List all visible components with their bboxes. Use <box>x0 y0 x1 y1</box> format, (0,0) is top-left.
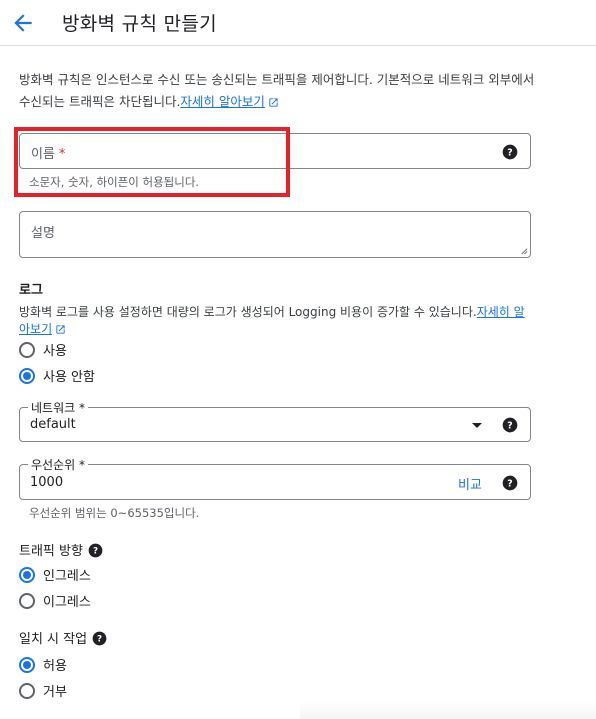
ingress-label: 인그레스 <box>43 569 91 584</box>
scroll-shadow <box>300 700 596 719</box>
priority-hint: 우선순위 범위는 0~65535입니다. <box>29 506 200 520</box>
network-value: default <box>30 417 76 432</box>
allow-label: 허용 <box>43 659 67 674</box>
page-title: 방화벽 규칙 만들기 <box>62 13 217 35</box>
svg-text:?: ? <box>507 147 512 158</box>
direction-title-text: 트래픽 방향 <box>19 544 83 559</box>
logs-off-label: 사용 안함 <box>43 370 95 385</box>
radio-circle <box>19 592 35 609</box>
ingress-radio[interactable]: 인그레스 <box>19 565 91 584</box>
logs-on-label: 사용 <box>43 344 67 359</box>
radio-circle <box>19 341 35 358</box>
help-icon[interactable]: ? <box>502 417 518 433</box>
egress-label: 이그레스 <box>43 595 91 610</box>
svg-text:?: ? <box>97 635 102 645</box>
allow-radio[interactable]: 허용 <box>19 655 67 674</box>
logs-description: 방화벽 로그를 사용 설정하면 대량의 로그가 생성되어 Logging 비용이… <box>19 304 534 338</box>
external-link-icon <box>56 325 65 334</box>
deny-radio[interactable]: 거부 <box>19 681 67 700</box>
name-hint: 소문자, 숫자, 하이픈이 허용됩니다. <box>29 175 200 189</box>
page-header: 방화벽 규칙 만들기 <box>0 0 596 46</box>
radio-circle-selected <box>19 656 35 673</box>
priority-input[interactable]: 우선순위 * 1000 비교 ? <box>19 456 531 500</box>
priority-value: 1000 <box>30 475 64 490</box>
network-select[interactable]: 네트워크 * default ? <box>19 399 531 442</box>
radio-circle <box>19 682 35 699</box>
name-placeholder: 이름 * <box>31 147 66 162</box>
action-title-text: 일치 시 작업 <box>19 632 88 647</box>
intro-learn-more-link[interactable]: 자세히 알아보기 <box>180 94 264 109</box>
network-label: 네트워크 * <box>28 399 88 416</box>
description-placeholder: 설명 <box>31 226 55 241</box>
radio-circle-selected <box>19 566 35 583</box>
logs-text: 방화벽 로그를 사용 설정하면 대량의 로그가 생성되어 Logging 비용이… <box>19 305 477 319</box>
intro-description: 방화벽 규칙은 인스턴스로 수신 또는 송신되는 트래픽을 제어합니다. 기본적… <box>19 69 539 113</box>
description-textarea[interactable]: 설명 <box>19 211 531 258</box>
external-link-icon <box>269 98 278 107</box>
help-icon[interactable]: ? <box>92 631 107 646</box>
name-input[interactable]: 이름 * ? <box>19 133 531 169</box>
help-icon[interactable]: ? <box>502 475 518 491</box>
egress-radio[interactable]: 이그레스 <box>19 591 91 610</box>
compare-link[interactable]: 비교 <box>458 474 482 493</box>
svg-text:?: ? <box>93 547 98 557</box>
dropdown-arrow-icon[interactable] <box>472 423 482 428</box>
logs-title: 로그 <box>19 283 43 298</box>
svg-text:?: ? <box>507 420 512 431</box>
action-title: 일치 시 작업? <box>19 628 107 647</box>
help-icon[interactable]: ? <box>88 543 103 558</box>
priority-label: 우선순위 * <box>28 456 88 473</box>
help-icon[interactable]: ? <box>502 144 518 160</box>
logs-on-radio[interactable]: 사용 <box>19 340 67 359</box>
radio-circle-selected <box>19 367 35 384</box>
resize-handle-icon[interactable] <box>519 246 528 255</box>
back-arrow-icon[interactable] <box>10 10 36 36</box>
logs-off-radio[interactable]: 사용 안함 <box>19 366 95 385</box>
deny-label: 거부 <box>43 685 67 700</box>
svg-text:?: ? <box>507 478 512 489</box>
required-asterisk: * <box>58 147 66 162</box>
direction-title: 트래픽 방향? <box>19 540 103 559</box>
